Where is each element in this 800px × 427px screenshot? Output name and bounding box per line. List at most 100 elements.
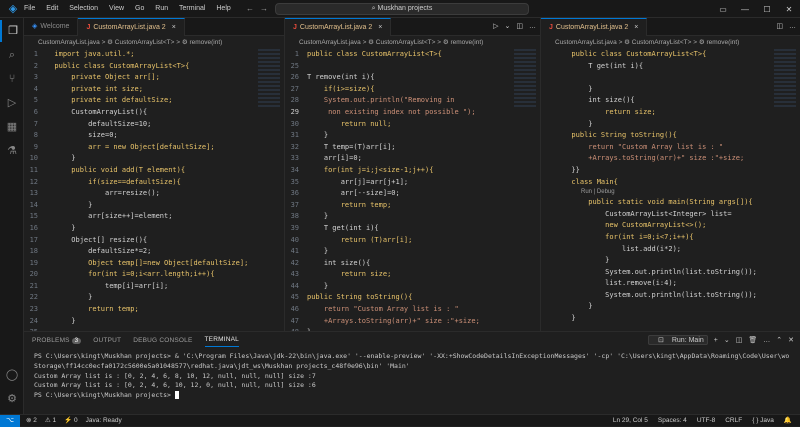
menu-file[interactable]: File — [24, 5, 35, 12]
minimap[interactable] — [258, 49, 280, 109]
code-line: 21 temp[i]=arr[i]; — [24, 281, 284, 293]
source-control-icon[interactable]: ⑂ — [0, 68, 24, 90]
back-arrow-icon[interactable]: ← — [246, 4, 254, 13]
forward-arrow-icon[interactable]: → — [260, 4, 268, 13]
tab-welcome[interactable]: ◈ Welcome — [24, 18, 79, 36]
more-actions-icon[interactable]: … — [789, 23, 796, 30]
more-actions-icon[interactable]: … — [763, 337, 770, 344]
close-tab-icon[interactable]: × — [378, 24, 382, 31]
remote-indicator-icon[interactable]: ⌥ — [0, 415, 20, 427]
line-text: }} — [563, 165, 580, 174]
editor-tabs: J CustomArrayList.java 2 × ◫ … — [541, 18, 800, 36]
line-text: private int defaultSize; — [46, 96, 173, 105]
breadcrumb[interactable]: CustomArrayList.java > ⚙ CustomArrayList… — [285, 36, 540, 49]
testing-icon[interactable]: ⚗ — [0, 140, 24, 162]
maximize-icon[interactable]: ☐ — [756, 5, 778, 14]
errors-count[interactable]: ⊗ 2 — [26, 415, 37, 426]
ports-count[interactable]: ⚡ 0 — [64, 415, 78, 426]
command-center-search[interactable]: ⌕ Muskhan projects — [275, 3, 529, 15]
chevron-down-icon[interactable]: ⌄ — [724, 336, 730, 344]
code-line: System.out.println(list.toString()); — [541, 290, 800, 302]
code-editor[interactable]: 1 public class CustomArrayList<T>{25 26 T r… — [285, 49, 540, 331]
search-sidebar-icon[interactable]: ⌕ — [0, 44, 24, 66]
editor-pane-middle: J CustomArrayList.java 2 × ▷ ⌄ ◫ … CustomArra… — [284, 18, 540, 331]
minimap[interactable] — [774, 49, 796, 109]
window-controls: ▭ — ☐ ✕ — [712, 0, 800, 18]
indentation[interactable]: Spaces: 4 — [658, 415, 687, 426]
line-text: +Arrays.toString(arr)+" size :"+size; — [307, 316, 480, 325]
tab-debug-console[interactable]: DEBUG CONSOLE — [133, 334, 192, 347]
codelens-run-debug[interactable]: Run | Debug — [541, 188, 800, 197]
chevron-down-icon[interactable]: ⌄ — [505, 23, 511, 30]
split-editor-icon[interactable]: ◫ — [516, 23, 523, 30]
terminal-line: Custom Array list is : [0, 2, 4, 6, 8, 1… — [34, 371, 316, 380]
terminal-output[interactable]: PS C:\Users\kingt\Muskhan projects> & 'C… — [24, 348, 800, 405]
trash-icon[interactable]: 🗑 — [748, 336, 757, 344]
maximize-panel-icon[interactable]: ⌃ — [776, 336, 782, 344]
tab-problems[interactable]: PROBLEMS 3 — [32, 334, 82, 347]
cursor-position[interactable]: Ln 29, Col 5 — [613, 415, 648, 426]
close-panel-icon[interactable]: ✕ — [788, 336, 794, 344]
code-editor[interactable]: 1 import java.util.*; 2 public class Cust… — [24, 49, 284, 331]
menu-terminal[interactable]: Terminal — [179, 5, 205, 12]
status-left: ⊗ 2 ⚠ 1 ⚡ 0 Java: Ready — [26, 415, 130, 426]
run-debug-icon[interactable]: ▷ — [0, 92, 24, 114]
menu-go[interactable]: Go — [135, 5, 144, 12]
settings-gear-icon[interactable]: ⚙ — [0, 388, 24, 410]
account-icon[interactable]: ◯ — [0, 364, 24, 386]
code-line: 46 return "Custom Array list is : " — [285, 304, 540, 316]
line-text: } — [563, 84, 593, 93]
editor-tabs: ◈ Welcome J CustomArrayList.java 2 × — [24, 18, 284, 36]
menu-run[interactable]: Run — [155, 5, 168, 12]
line-number: 45 — [290, 293, 299, 302]
line-number: 26 — [290, 73, 299, 82]
code-editor[interactable]: public class CustomArrayList<T>{ T get(i… — [541, 49, 800, 325]
minimize-icon[interactable]: — — [734, 5, 756, 14]
line-number: 34 — [290, 165, 299, 174]
breadcrumb[interactable]: CustomArrayList.java > ⚙ CustomArrayList… — [541, 36, 800, 49]
editor-actions: ▷ ⌄ ◫ … — [487, 18, 536, 36]
java-status[interactable]: Java: Ready — [86, 415, 122, 426]
java-file-icon: J — [293, 24, 297, 31]
tab-customarraylist[interactable]: J CustomArrayList.java 2 × — [541, 18, 648, 36]
layout-icon[interactable]: ▭ — [712, 5, 734, 14]
breadcrumb[interactable]: CustomArrayList.java > ⚙ CustomArrayList… — [24, 36, 284, 49]
tab-terminal[interactable]: TERMINAL — [204, 333, 239, 347]
menu-selection[interactable]: Selection — [69, 5, 98, 12]
tab-customarraylist[interactable]: J CustomArrayList.java 2 × — [78, 18, 185, 36]
line-ending[interactable]: CRLF — [725, 415, 742, 426]
split-editor-icon[interactable]: ◫ — [776, 23, 783, 30]
code-line: 1 public class CustomArrayList<T>{ — [285, 49, 540, 61]
language-mode[interactable]: { } Java — [752, 415, 774, 426]
problems-count-badge: 3 — [71, 337, 82, 344]
code-line: return size; — [541, 107, 800, 119]
minimap[interactable] — [514, 49, 536, 109]
code-line: 35 arr[j]=arr[j+1]; — [285, 177, 540, 189]
run-main-button[interactable]: ⊡ Run: Main — [648, 335, 708, 345]
close-tab-icon[interactable]: × — [634, 24, 638, 31]
menu-help[interactable]: Help — [216, 5, 230, 12]
new-terminal-icon[interactable]: + — [714, 337, 718, 344]
line-number: 21 — [29, 281, 38, 290]
more-actions-icon[interactable]: … — [529, 23, 536, 30]
line-text: int size(){ — [307, 258, 371, 267]
activity-bar: ❐ ⌕ ⑂ ▷ ▦ ⚗ ◯ ⚙ — [0, 18, 24, 414]
explorer-icon[interactable]: ❐ — [0, 20, 24, 42]
line-text: public class CustomArrayList<T>{ — [307, 50, 442, 58]
extensions-icon[interactable]: ▦ — [0, 116, 24, 138]
status-right: Ln 29, Col 5 Spaces: 4 UTF-8 CRLF { } Ja… — [603, 415, 792, 426]
menu-view[interactable]: View — [109, 5, 124, 12]
tab-customarraylist[interactable]: J CustomArrayList.java 2 × — [285, 18, 392, 36]
close-window-icon[interactable]: ✕ — [778, 5, 800, 14]
warnings-count[interactable]: ⚠ 1 — [45, 415, 56, 426]
encoding[interactable]: UTF-8 — [697, 415, 715, 426]
run-icon[interactable]: ▷ — [493, 23, 498, 30]
close-tab-icon[interactable]: × — [172, 24, 176, 31]
line-number: 22 — [29, 293, 38, 302]
notifications-bell-icon[interactable]: 🔔 — [784, 415, 792, 426]
menu-edit[interactable]: Edit — [46, 5, 58, 12]
code-line: public String toString(){ — [541, 130, 800, 142]
tab-output[interactable]: OUTPUT — [93, 334, 121, 347]
code-line: int size(){ — [541, 95, 800, 107]
split-terminal-icon[interactable]: ◫ — [736, 336, 743, 344]
